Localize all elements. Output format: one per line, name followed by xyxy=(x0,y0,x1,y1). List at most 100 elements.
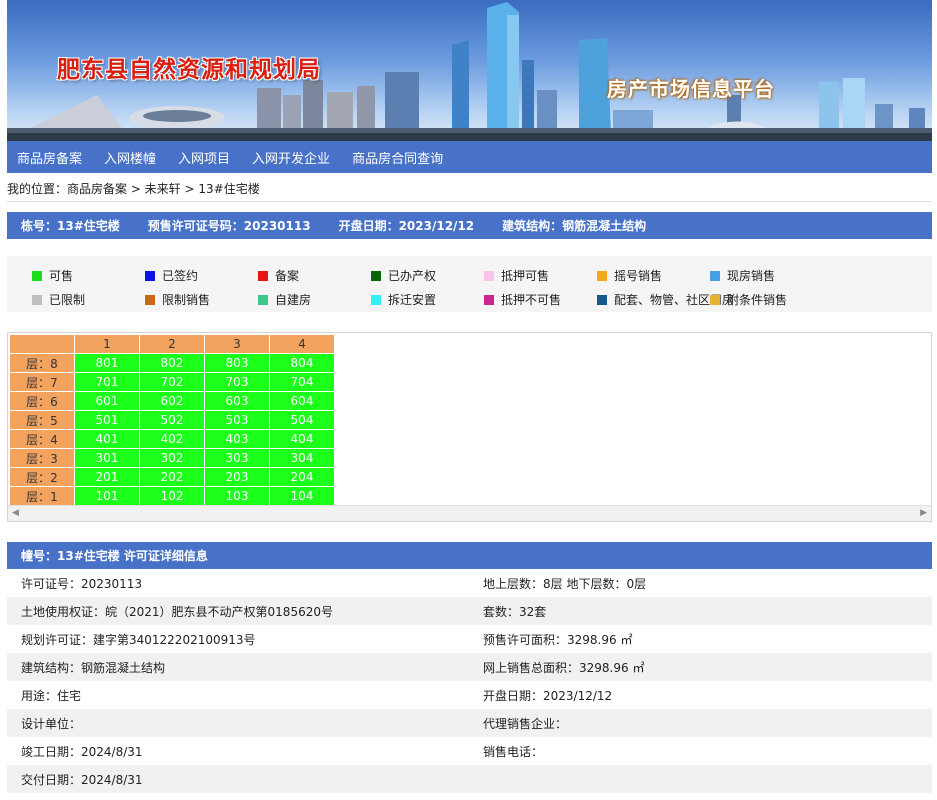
unit-cell[interactable]: 702 xyxy=(139,372,205,392)
unit-cell[interactable]: 604 xyxy=(269,391,335,411)
grid-corner-cell xyxy=(9,334,75,354)
legend-swatch xyxy=(145,294,155,305)
detail-row: 建筑结构：钢筋混凝土结构 网上销售总面积：3298.96 ㎡ xyxy=(7,653,932,681)
unit-cell[interactable]: 103 xyxy=(204,486,270,506)
unit-cell[interactable]: 602 xyxy=(139,391,205,411)
unit-cell[interactable]: 501 xyxy=(74,410,140,430)
floor-label: 层：2 xyxy=(9,467,75,487)
legend-item: 拆迁安置 xyxy=(371,291,436,308)
nav-item-projects[interactable]: 入网项目 xyxy=(178,148,230,167)
unit-cell[interactable]: 304 xyxy=(269,448,335,468)
detail-left-value: 设计单位： xyxy=(21,716,82,731)
nav-item-developers[interactable]: 入网开发企业 xyxy=(252,148,330,167)
unit-cell[interactable]: 202 xyxy=(139,467,205,487)
legend-item: 已限制 xyxy=(32,291,85,308)
unit-cell[interactable]: 203 xyxy=(204,467,270,487)
detail-row: 用途：住宅 开盘日期：2023/12/12 xyxy=(7,681,932,709)
floor-row: 层：5 501 502 503 504 xyxy=(9,410,335,430)
legend-label: 抵押可售 xyxy=(501,269,550,283)
unit-cell[interactable]: 802 xyxy=(139,353,205,373)
scroll-right-icon[interactable]: ▶ xyxy=(920,508,927,518)
legend-item: 抵押不可售 xyxy=(484,291,561,308)
floor-row: 层：1 101 102 103 104 xyxy=(9,486,335,506)
detail-right-value: 地上层数：8层 地下层数：0层 xyxy=(483,576,647,591)
unit-cell[interactable]: 101 xyxy=(74,486,140,506)
legend-swatch xyxy=(258,294,268,305)
unit-cell[interactable]: 401 xyxy=(74,429,140,449)
opening-date: 开盘日期：2023/12/12 xyxy=(338,219,475,233)
detail-row: 设计单位： 代理销售企业： xyxy=(7,709,932,737)
grid-header-row: 1234 xyxy=(9,334,335,354)
unit-cell[interactable]: 204 xyxy=(269,467,335,487)
detail-left-value: 土地使用权证：皖（2021）肥东县不动产权第0185620号 xyxy=(21,604,333,619)
legend-label: 可售 xyxy=(49,269,74,283)
unit-cell[interactable]: 303 xyxy=(204,448,270,468)
legend-swatch xyxy=(258,270,268,281)
unit-cell[interactable]: 301 xyxy=(74,448,140,468)
unit-cell[interactable]: 404 xyxy=(269,429,335,449)
unit-cell[interactable]: 704 xyxy=(269,372,335,392)
legend-label: 拆迁安置 xyxy=(388,293,437,307)
unit-cell[interactable]: 302 xyxy=(139,448,205,468)
unit-cell[interactable]: 102 xyxy=(139,486,205,506)
legend-label: 自建房 xyxy=(275,293,312,307)
legend-item: 抵押可售 xyxy=(484,267,549,284)
detail-row: 土地使用权证：皖（2021）肥东县不动产权第0185620号 套数：32套 xyxy=(7,597,932,625)
legend-label: 已限制 xyxy=(49,293,86,307)
detail-right-value: 预售许可面积：3298.96 ㎡ xyxy=(483,632,633,647)
legend-item: 附条件销售 xyxy=(710,291,787,308)
legend-swatch xyxy=(145,270,155,281)
unit-cell[interactable]: 803 xyxy=(204,353,270,373)
unit-grid: 1 2 3 4 层：8 801 802 803 804 层：7 701 702 703 704 层：6 601… xyxy=(9,334,335,506)
unit-cell[interactable]: 502 xyxy=(139,410,205,430)
detail-right-value: 代理销售企业： xyxy=(483,716,568,731)
detail-row: 交付日期：2024/8/31 xyxy=(7,765,932,793)
unit-cell[interactable]: 403 xyxy=(204,429,270,449)
legend-item: 摇号销售 xyxy=(597,267,662,284)
unit-cell[interactable]: 701 xyxy=(74,372,140,392)
nav-item-contract-query[interactable]: 商品房合同查询 xyxy=(352,148,443,167)
unit-column-header: 3 xyxy=(204,334,270,354)
legend-label: 备案 xyxy=(275,269,300,283)
floor-label: 层：4 xyxy=(9,429,75,449)
unit-cell[interactable]: 601 xyxy=(74,391,140,411)
legend-item: 已签约 xyxy=(145,267,198,284)
horizontal-scrollbar[interactable]: ◀ ▶ xyxy=(8,505,931,521)
unit-cell[interactable]: 703 xyxy=(204,372,270,392)
unit-grid-panel: 1 2 3 4 层：8 801 802 803 804 层：7 701 702 703 704 层：6 601… xyxy=(7,332,932,522)
detail-row: 规划许可证：建字第340122202100913号 预售许可面积：3298.96 … xyxy=(7,625,932,653)
floor-row: 层：6 601 602 603 604 xyxy=(9,391,335,411)
unit-cell[interactable]: 402 xyxy=(139,429,205,449)
header-banner: 肥东县自然资源和规划局 房产市场信息平台 xyxy=(7,0,932,141)
nav-item-commercial-housing-filing[interactable]: 商品房备案 xyxy=(17,148,82,167)
unit-cell[interactable]: 504 xyxy=(269,410,335,430)
legend-swatch xyxy=(484,270,494,281)
floor-label: 层：3 xyxy=(9,448,75,468)
detail-left-value: 规划许可证：建字第340122202100913号 xyxy=(21,632,256,647)
floor-label: 层：5 xyxy=(9,410,75,430)
scroll-left-icon[interactable]: ◀ xyxy=(12,508,19,518)
banner-subtitle: 房产市场信息平台 xyxy=(607,77,775,101)
legend-label: 已签约 xyxy=(162,269,199,283)
floor-row: 层：2 201 202 203 204 xyxy=(9,467,335,487)
breadcrumb: 我的位置：商品房备案 > 未来轩 > 13#住宅楼 xyxy=(7,182,260,196)
legend-swatch xyxy=(710,270,720,281)
unit-cell[interactable]: 104 xyxy=(269,486,335,506)
unit-cell[interactable]: 503 xyxy=(204,410,270,430)
detail-row: 许可证号：20230113 地上层数：8层 地下层数：0层 xyxy=(7,569,932,597)
building-number: 栋号：13#住宅楼 xyxy=(21,219,120,233)
floor-row: 层：3 301 302 303 304 xyxy=(9,448,335,468)
unit-cell[interactable]: 801 xyxy=(74,353,140,373)
floor-row: 层：7 701 702 703 704 xyxy=(9,372,335,392)
unit-cell[interactable]: 603 xyxy=(204,391,270,411)
unit-cell[interactable]: 201 xyxy=(74,467,140,487)
legend-item: 已办产权 xyxy=(371,267,436,284)
nav-item-buildings[interactable]: 入网楼幢 xyxy=(104,148,156,167)
detail-left-value: 许可证号：20230113 xyxy=(21,576,143,591)
detail-row: 竣工日期：2024/8/31 销售电话： xyxy=(7,737,932,765)
legend-label: 抵押不可售 xyxy=(501,293,562,307)
legend-label: 摇号销售 xyxy=(614,269,663,283)
detail-left-value: 交付日期：2024/8/31 xyxy=(21,772,143,787)
unit-cell[interactable]: 804 xyxy=(269,353,335,373)
detail-left-value: 竣工日期：2024/8/31 xyxy=(21,744,143,759)
